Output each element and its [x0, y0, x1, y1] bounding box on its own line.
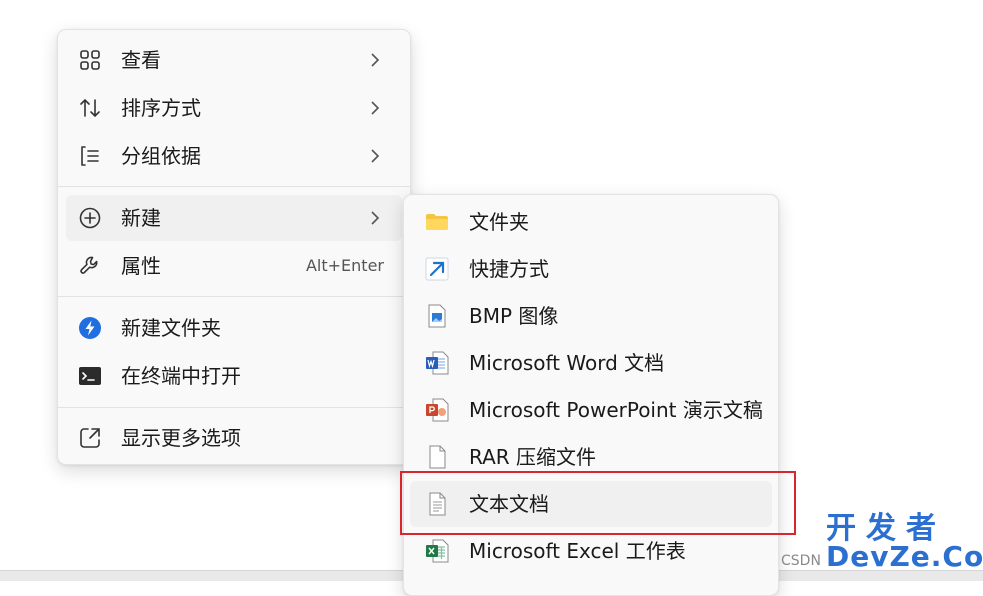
- accelerator-text: Alt+Enter: [305, 256, 384, 275]
- menu-item-label: 查看: [121, 48, 161, 72]
- blank-file-icon: [429, 445, 446, 469]
- menu-item-open-terminal[interactable]: 在终端中打开: [66, 353, 402, 399]
- powerpoint-file-icon: [426, 398, 449, 422]
- menu-item-label: 排序方式: [121, 96, 201, 120]
- menu-separator: [58, 186, 410, 187]
- menu-separator: [58, 296, 410, 297]
- sort-arrows-icon: [80, 98, 100, 118]
- menu-item-group-by[interactable]: 分组依据: [66, 133, 402, 179]
- menu-item-show-more-options[interactable]: 显示更多选项: [66, 415, 402, 461]
- submenu-item-powerpoint[interactable]: Microsoft PowerPoint 演示文稿: [410, 387, 772, 433]
- submenu-item-label: Microsoft Word 文档: [469, 351, 665, 375]
- menu-item-label: 分组依据: [121, 144, 201, 168]
- chevron-right-icon: [371, 53, 380, 67]
- grid-view-icon: [80, 50, 100, 70]
- submenu-item-label: Microsoft Excel 工作表: [469, 539, 686, 563]
- new-submenu: 文件夹 快捷方式 BMP 图像 Microsoft Word 文档 Micros…: [403, 194, 779, 596]
- bmp-file-icon: [428, 304, 446, 328]
- external-link-icon: [80, 428, 100, 448]
- context-menu: 查看 排序方式 分组依据 新建 属性 Alt+Enter 新建文件夹 在终端中打…: [57, 29, 411, 465]
- word-file-icon: [426, 351, 449, 375]
- red-highlight-box: [400, 471, 796, 535]
- submenu-item-shortcut[interactable]: 快捷方式: [410, 246, 772, 292]
- menu-item-properties[interactable]: 属性 Alt+Enter: [66, 243, 402, 289]
- menu-item-new-folder[interactable]: 新建文件夹: [66, 305, 402, 351]
- excel-file-icon: [426, 539, 449, 563]
- chevron-right-icon: [371, 211, 380, 225]
- submenu-item-word-document[interactable]: Microsoft Word 文档: [410, 340, 772, 386]
- menu-item-new[interactable]: 新建: [66, 195, 402, 241]
- chevron-right-icon: [371, 149, 380, 163]
- plus-circle-icon: [79, 207, 101, 229]
- submenu-item-label: Microsoft PowerPoint 演示文稿: [469, 398, 763, 422]
- group-list-icon: [81, 146, 99, 166]
- folder-icon: [426, 214, 448, 230]
- wrench-icon: [80, 256, 98, 274]
- menu-item-label: 显示更多选项: [121, 426, 241, 450]
- site-watermark-domain: DevZe.CoM: [826, 540, 983, 573]
- terminal-icon: [79, 367, 101, 385]
- menu-item-label: 新建文件夹: [121, 316, 221, 340]
- chevron-right-icon: [371, 101, 380, 115]
- csdn-watermark: CSDN: [781, 553, 821, 569]
- menu-item-label: 新建: [121, 206, 161, 230]
- submenu-item-label: RAR 压缩文件: [469, 445, 597, 469]
- menu-item-label: 属性: [121, 254, 161, 278]
- lightning-badge-icon: [79, 317, 101, 339]
- menu-item-view[interactable]: 查看: [66, 37, 402, 83]
- submenu-item-bmp-image[interactable]: BMP 图像: [410, 293, 772, 339]
- submenu-item-label: BMP 图像: [469, 304, 559, 328]
- menu-item-label: 在终端中打开: [121, 364, 241, 388]
- submenu-item-label: 快捷方式: [469, 257, 549, 281]
- menu-item-sort[interactable]: 排序方式: [66, 85, 402, 131]
- submenu-item-label: 文件夹: [469, 210, 529, 234]
- menu-separator: [58, 407, 410, 408]
- shortcut-arrow-icon: [425, 257, 449, 281]
- submenu-item-folder[interactable]: 文件夹: [410, 199, 772, 245]
